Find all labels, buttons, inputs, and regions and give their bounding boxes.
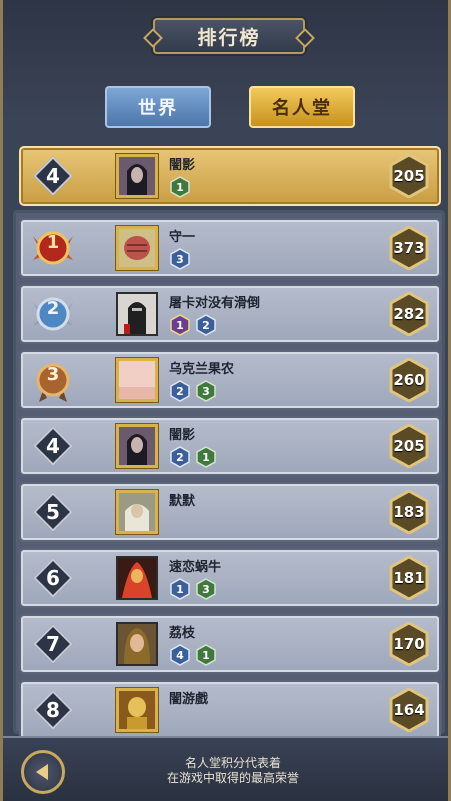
footer-line-2: 在游戏中取得的最高荣誉 bbox=[166, 771, 299, 785]
dark-hero-icon bbox=[119, 157, 155, 195]
score-badge: 205 bbox=[389, 424, 429, 468]
table-row[interactable]: 4 闇影 2 1 205 bbox=[19, 416, 441, 476]
sage-icon bbox=[119, 493, 155, 531]
footer-note: 名人堂积分代表着 在游戏中取得的最高荣誉 bbox=[143, 756, 323, 786]
table-row[interactable]: 8 闇游戲 164 bbox=[19, 680, 441, 740]
rank-number: 8 bbox=[46, 698, 60, 722]
level-badge: 1 bbox=[169, 314, 191, 336]
score-badge: 183 bbox=[389, 490, 429, 534]
player-name: 闇影 bbox=[169, 428, 196, 443]
player-name: 乌克兰果农 bbox=[169, 362, 235, 377]
title-plate: 排行榜 bbox=[153, 18, 305, 54]
score-badge: 282 bbox=[389, 292, 429, 336]
player-name: 荔枝 bbox=[169, 626, 196, 641]
knight-icon bbox=[118, 294, 156, 334]
landscape-icon bbox=[119, 361, 155, 399]
footer-line-1: 名人堂积分代表着 bbox=[184, 756, 281, 770]
rank-number: 1 bbox=[46, 232, 60, 253]
my-score-badge: 205 bbox=[389, 154, 429, 198]
avatar[interactable] bbox=[116, 226, 158, 270]
avatar[interactable] bbox=[116, 688, 158, 732]
golden-idol-icon bbox=[119, 691, 155, 729]
player-badges: 4 1 bbox=[169, 644, 217, 666]
level-badge: 2 bbox=[169, 380, 191, 402]
rank-number: 7 bbox=[46, 632, 60, 656]
rank-number: 4 bbox=[46, 434, 60, 458]
table-row[interactable]: 1 守一 3 373 bbox=[19, 218, 441, 278]
fist-icon bbox=[119, 229, 155, 267]
player-badges: 2 1 bbox=[169, 446, 217, 468]
level-badge: 3 bbox=[195, 578, 217, 600]
avatar[interactable] bbox=[116, 292, 158, 336]
player-name: 屠卡对没有滑倒 bbox=[169, 296, 261, 311]
table-row[interactable]: 6 速恋蜗牛 1 3 181 bbox=[19, 548, 441, 608]
level-badge: 2 bbox=[195, 314, 217, 336]
my-badges: 1 bbox=[169, 176, 191, 198]
player-badges: 1 3 bbox=[169, 578, 217, 600]
my-rank-row: 4 闇影 1 205 bbox=[19, 146, 441, 206]
level-badge: 1 bbox=[169, 578, 191, 600]
table-row[interactable]: 5 默默 183 bbox=[19, 482, 441, 542]
avatar[interactable] bbox=[116, 358, 158, 402]
level-badge: 1 bbox=[195, 644, 217, 666]
back-button[interactable] bbox=[21, 750, 65, 794]
tab-world-label: 世界 bbox=[138, 98, 178, 119]
player-badges: 2 3 bbox=[169, 380, 217, 402]
flame-warrior-icon bbox=[118, 558, 156, 598]
avatar[interactable] bbox=[116, 424, 158, 468]
score-badge: 181 bbox=[389, 556, 429, 600]
score-badge: 260 bbox=[389, 358, 429, 402]
table-row[interactable]: 2 屠卡对没有滑倒 1 2 282 bbox=[19, 284, 441, 344]
table-row[interactable]: 3 乌克兰果农 2 3 260 bbox=[19, 350, 441, 410]
page-title: 排行榜 bbox=[197, 26, 261, 49]
level-badge: 1 bbox=[195, 446, 217, 468]
avatar[interactable] bbox=[116, 490, 158, 534]
rank-number: 5 bbox=[46, 500, 60, 524]
level-badge: 3 bbox=[169, 248, 191, 270]
arrow-left-icon bbox=[36, 764, 48, 780]
rank-number: 2 bbox=[46, 298, 60, 319]
rank-number: 6 bbox=[46, 566, 60, 590]
player-badges: 3 bbox=[169, 248, 191, 270]
avatar[interactable] bbox=[116, 556, 158, 600]
player-name: 闇游戲 bbox=[169, 692, 209, 707]
my-name: 闇影 bbox=[169, 158, 196, 173]
level-badge: 4 bbox=[169, 644, 191, 666]
footer-bar: 名人堂积分代表着 在游戏中取得的最高荣誉 bbox=[3, 736, 448, 801]
level-badge: 2 bbox=[169, 446, 191, 468]
my-rank-number: 4 bbox=[46, 164, 60, 188]
dark-hero-icon bbox=[119, 427, 155, 465]
score-badge: 373 bbox=[389, 226, 429, 270]
level-badge: 1 bbox=[169, 176, 191, 198]
rank-number: 3 bbox=[46, 364, 60, 385]
table-row[interactable]: 7 荔枝 4 1 170 bbox=[19, 614, 441, 674]
player-name: 速恋蜗牛 bbox=[169, 560, 222, 575]
tab-hall-of-fame[interactable]: 名人堂 bbox=[249, 86, 355, 128]
my-avatar[interactable] bbox=[116, 154, 158, 198]
player-name: 默默 bbox=[169, 494, 196, 509]
score-badge: 164 bbox=[389, 688, 429, 732]
tab-hall-of-fame-label: 名人堂 bbox=[272, 98, 332, 119]
leaderboard-screen: 排行榜 世界 名人堂 4 闇影 1 205 1 守一 3 373 2 屠卡对没有… bbox=[0, 0, 451, 801]
score-badge: 170 bbox=[389, 622, 429, 666]
level-badge: 3 bbox=[195, 380, 217, 402]
avatar[interactable] bbox=[116, 622, 158, 666]
player-badges: 1 2 bbox=[169, 314, 217, 336]
lady-icon bbox=[118, 624, 156, 664]
tab-world[interactable]: 世界 bbox=[105, 86, 211, 128]
player-name: 守一 bbox=[169, 230, 196, 245]
